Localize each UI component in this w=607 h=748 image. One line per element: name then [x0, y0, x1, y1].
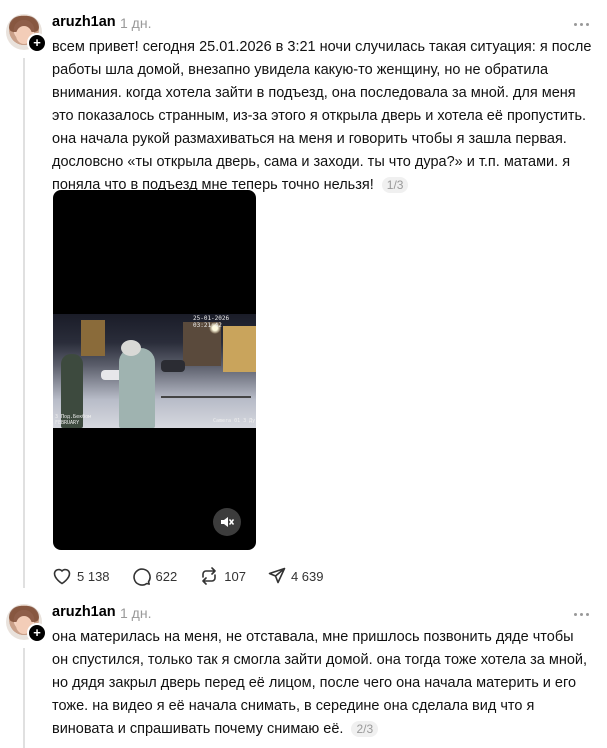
repost-icon: [202, 567, 217, 585]
thread-line: [23, 648, 25, 748]
post-text: она материлась на меня, не отставала, мн…: [52, 626, 592, 741]
mute-icon[interactable]: [213, 508, 241, 536]
repost-button[interactable]: 107: [199, 567, 246, 585]
post-body: она материлась на меня, не отставала, мн…: [52, 629, 588, 737]
post-time: 1 дн.: [120, 15, 152, 31]
share-button[interactable]: 4 639: [268, 567, 324, 585]
video-timestamp: 25-01-2026 03:21:42: [193, 315, 230, 329]
heart-icon: [53, 568, 71, 585]
video-frame: 25-01-2026 03:21:42 3 Под.Бекбом FEBRUAR…: [53, 314, 256, 428]
thread-counter: 2/3: [351, 721, 379, 737]
follow-plus-icon[interactable]: +: [27, 33, 47, 53]
more-icon[interactable]: [574, 20, 594, 28]
thread-line: [23, 58, 25, 588]
like-count: 5 138: [77, 568, 110, 584]
like-button[interactable]: 5 138: [52, 567, 110, 585]
username[interactable]: aruzh1an: [52, 604, 116, 620]
follow-plus-icon[interactable]: +: [27, 623, 47, 643]
username[interactable]: aruzh1an: [52, 14, 116, 30]
comment-icon: [132, 567, 151, 586]
post-body: всем привет! сегодня 25.01.2026 в 3:21 н…: [52, 39, 592, 193]
share-icon: [268, 567, 286, 584]
repost-count: 107: [224, 568, 246, 584]
post-text: всем привет! сегодня 25.01.2026 в 3:21 н…: [52, 36, 592, 197]
reply-button[interactable]: 622: [132, 567, 178, 586]
video-camera-label: Camera 01 3 Ду: [213, 418, 256, 424]
more-icon[interactable]: [574, 610, 594, 618]
reply-count: 622: [155, 568, 178, 584]
post-actions: 5 138 622 107 4 639: [52, 566, 346, 586]
video-label: 3 Под.Бекбом FEBRUARY: [55, 414, 92, 426]
share-count: 4 639: [290, 568, 324, 584]
video-player[interactable]: 25-01-2026 03:21:42 3 Под.Бекбом FEBRUAR…: [53, 190, 256, 550]
thread-counter: 1/3: [381, 177, 409, 193]
post-time: 1 дн.: [120, 605, 152, 621]
person-figure: [119, 348, 155, 428]
